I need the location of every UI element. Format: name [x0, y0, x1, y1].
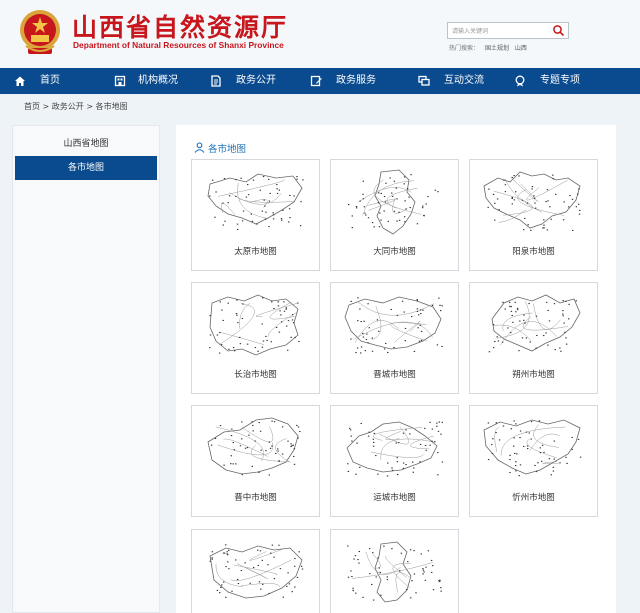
map-card[interactable]: 大同市地图	[330, 159, 459, 271]
map-thumbnail[interactable]	[476, 166, 591, 238]
map-card[interactable]	[330, 529, 459, 613]
map-thumbnail[interactable]	[476, 289, 591, 361]
nav-item-open-government[interactable]: 政务公开	[210, 68, 290, 94]
map-thumbnail[interactable]	[337, 412, 452, 484]
nav-item-label: 专题专项	[540, 75, 580, 86]
sidebar-item-city-maps[interactable]: 各市地图	[15, 156, 157, 180]
map-thumbnail[interactable]	[198, 289, 313, 361]
search-input[interactable]	[452, 25, 548, 37]
map-card-label[interactable]: 忻州市地图	[470, 491, 597, 503]
breadcrumb[interactable]: 首页 > 政务公开 > 各市地图	[24, 101, 128, 112]
map-card[interactable]	[191, 529, 320, 613]
map-thumbnail[interactable]	[476, 412, 591, 484]
home-icon	[15, 76, 25, 86]
building-icon	[114, 75, 126, 87]
map-card[interactable]: 运城市地图	[330, 405, 459, 517]
search-box	[447, 22, 569, 39]
nav-item-about[interactable]: 机构概况	[112, 68, 192, 94]
document-icon	[211, 75, 221, 87]
map-card[interactable]: 太原市地图	[191, 159, 320, 271]
map-thumbnail[interactable]	[198, 536, 313, 608]
map-card-label[interactable]: 运城市地图	[331, 491, 458, 503]
main-content: 各市地图 太原市地图 大同市地图 阳泉市地图长治市地图 晋城市地图 朔州市地图晋中市地图…	[176, 125, 616, 613]
nav-item-label: 政务公开	[236, 75, 276, 86]
map-card-label[interactable]: 阳泉市地图	[470, 245, 597, 257]
nav-item-interaction[interactable]: 互动交流	[418, 68, 498, 94]
map-card[interactable]: 忻州市地图	[469, 405, 598, 517]
map-card[interactable]: 长治市地图	[191, 282, 320, 394]
nav-item-label: 互动交流	[444, 75, 484, 86]
map-thumbnail[interactable]	[337, 289, 452, 361]
sidebar-item-province-map[interactable]: 山西省地图	[15, 132, 157, 156]
nav-item-label: 首页	[40, 75, 60, 86]
nav-item-services[interactable]: 政务服务	[310, 68, 390, 94]
map-card[interactable]: 晋中市地图	[191, 405, 320, 517]
map-thumbnail[interactable]	[198, 166, 313, 238]
search-icon[interactable]	[552, 24, 565, 37]
map-thumbnail[interactable]	[337, 536, 452, 608]
hot-word-link[interactable]: 国土规划	[485, 45, 509, 52]
site-title: 山西省自然资源厅	[72, 13, 289, 42]
topic-icon	[515, 75, 525, 87]
hot-words: 热门搜索： 国土规划 山西	[449, 43, 531, 52]
hot-word-link[interactable]: 山西	[515, 45, 527, 52]
map-card[interactable]: 晋城市地图	[330, 282, 459, 394]
sidebar: 山西省地图 各市地图	[12, 125, 160, 613]
section-title-text: 各市地图	[208, 144, 247, 155]
map-thumbnail[interactable]	[198, 412, 313, 484]
nav-item-label: 机构概况	[138, 75, 178, 86]
map-card-label[interactable]: 大同市地图	[331, 245, 458, 257]
hot-words-label: 热门搜索：	[449, 45, 480, 52]
site-title-english: Department of Natural Resources of Shanx…	[73, 40, 284, 50]
user-icon	[194, 142, 205, 153]
edit-icon	[310, 75, 322, 87]
site-header: 山西省自然资源厅 Department of Natural Resources…	[0, 0, 640, 68]
main-nav: 首页 机构概况 政务公开 政务服务 互动交流 专题专项	[0, 68, 640, 94]
map-card-label[interactable]: 晋城市地图	[331, 368, 458, 380]
map-card-label[interactable]: 朔州市地图	[470, 368, 597, 380]
map-card-label[interactable]: 长治市地图	[192, 368, 319, 380]
nav-item-home[interactable]: 首页	[14, 68, 74, 94]
map-card[interactable]: 阳泉市地图	[469, 159, 598, 271]
chat-icon	[418, 75, 430, 86]
nav-item-label: 政务服务	[336, 75, 376, 86]
map-thumbnail[interactable]	[337, 166, 452, 238]
map-card-label[interactable]: 晋中市地图	[192, 491, 319, 503]
national-emblem-icon	[20, 10, 60, 54]
map-card[interactable]: 朔州市地图	[469, 282, 598, 394]
map-card-label[interactable]: 太原市地图	[192, 245, 319, 257]
nav-item-topics[interactable]: 专题专项	[514, 68, 604, 94]
